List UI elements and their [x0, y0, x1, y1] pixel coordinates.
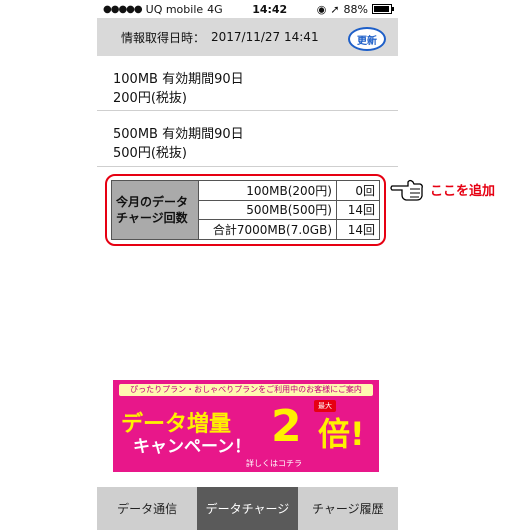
- charge-count-total: 14回: [336, 219, 380, 240]
- signal-icon: ●●●●●: [103, 3, 143, 15]
- tab-data-usage[interactable]: データ通信: [97, 487, 197, 530]
- plan-price: 500円(税抜): [113, 146, 187, 161]
- battery-percent: 88%: [343, 2, 368, 16]
- charge-amount-total: 合計7000MB(7.0GB): [198, 219, 337, 240]
- carrier-name: UQ mobile: [145, 2, 204, 16]
- charge-count: 14回: [336, 199, 380, 221]
- status-time: 14:42: [252, 2, 288, 16]
- plan-name: 100MB 有効期間90日: [113, 72, 244, 87]
- orientation-lock-icon: ◉: [316, 2, 327, 16]
- banner-number: 2: [271, 401, 302, 452]
- pointing-hand-icon: [390, 179, 423, 201]
- campaign-banner[interactable]: ぴったりプラン・おしゃべりプランをご利用中のお客様にご案内 データ増量 キャンペ…: [113, 380, 379, 472]
- banner-suffix: 倍!: [318, 415, 365, 453]
- plan-item[interactable]: 100MB 有効期間90日 200円(税抜): [97, 56, 398, 111]
- banner-detail-link: 詳しくはコチラ: [246, 459, 302, 468]
- tab-bar: データ通信 データチャージ チャージ履歴: [97, 487, 398, 530]
- charge-count: 0回: [336, 180, 380, 201]
- location-icon: ➚: [330, 2, 340, 16]
- battery-icon: [371, 4, 394, 14]
- charge-count-table: 今月のデータチャージ回数 100MB(200円) 0回 500MB(500円) …: [111, 180, 380, 240]
- status-bar: ●●●●● UQ mobile 4G 14:42 ◉ ➚ 88%: [97, 0, 398, 18]
- table-row: 今月のデータチャージ回数 100MB(200円) 0回: [111, 180, 380, 240]
- plan-item[interactable]: 500MB 有効期間90日 500円(税抜): [97, 111, 398, 167]
- charge-amount: 500MB(500円): [198, 199, 337, 221]
- annotation: ここを追加: [390, 176, 495, 202]
- network-type: 4G: [207, 2, 223, 16]
- tab-data-charge[interactable]: データチャージ: [197, 487, 298, 530]
- banner-subtitle: キャンペーン！: [133, 437, 252, 457]
- info-bar: 情報取得日時： 2017/11/27 14:41 更新: [97, 18, 398, 56]
- info-datetime: 2017/11/27 14:41: [211, 30, 319, 44]
- charge-count-box: 今月のデータチャージ回数 100MB(200円) 0回 500MB(500円) …: [105, 174, 386, 246]
- charge-count-label: 今月のデータチャージ回数: [111, 180, 199, 240]
- annotation-text: ここを追加: [430, 183, 496, 199]
- plan-price: 200円(税抜): [113, 91, 187, 106]
- info-label: 情報取得日時：: [121, 30, 206, 45]
- refresh-button[interactable]: 更新: [348, 27, 386, 51]
- banner-notice: ぴったりプラン・おしゃべりプランをご利用中のお客様にご案内: [119, 384, 373, 396]
- tab-charge-history[interactable]: チャージ履歴: [298, 487, 398, 530]
- phone-screen: ●●●●● UQ mobile 4G 14:42 ◉ ➚ 88% 情報取得日時：…: [97, 0, 398, 530]
- charge-amount: 100MB(200円): [198, 180, 337, 201]
- banner-max-badge: 最大: [314, 400, 336, 412]
- plan-name: 500MB 有効期間90日: [113, 127, 244, 142]
